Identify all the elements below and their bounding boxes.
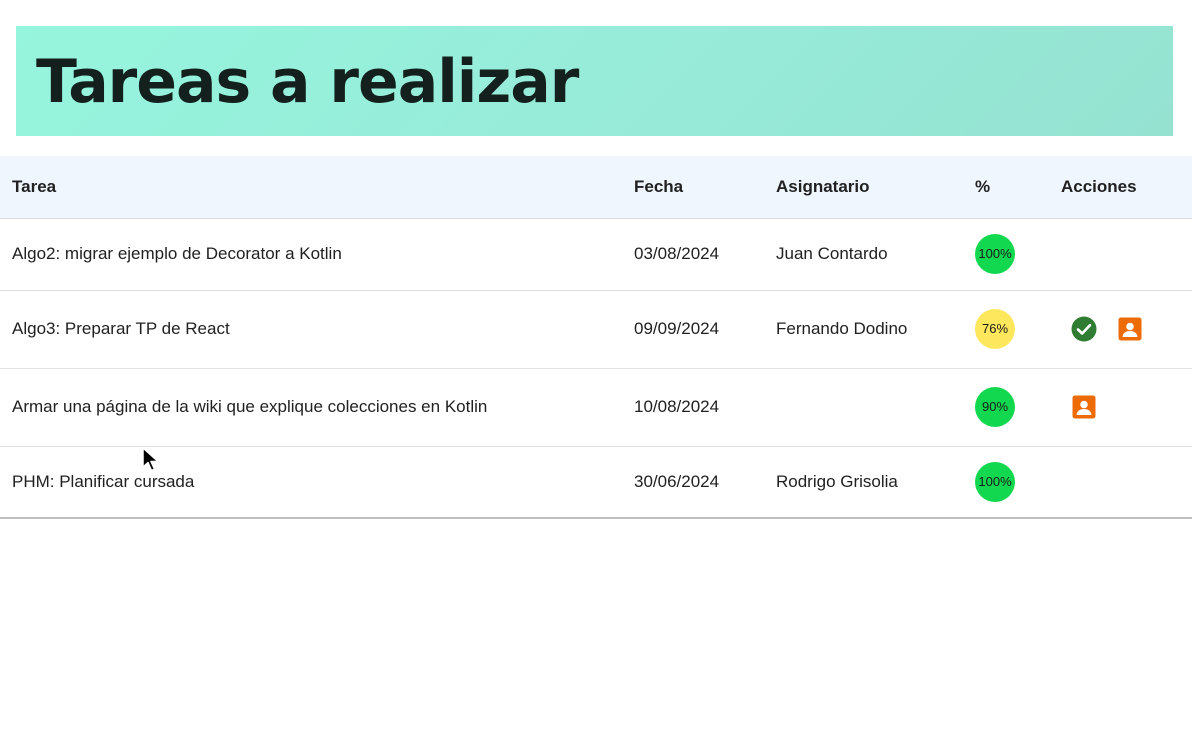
percent-badge: 76% bbox=[975, 309, 1015, 349]
percent-badge: 100% bbox=[975, 234, 1015, 274]
column-header-percent: % bbox=[963, 156, 1049, 219]
mouse-cursor-icon bbox=[142, 447, 159, 472]
tasks-table: Tarea Fecha Asignatario % Acciones Algo2… bbox=[0, 156, 1192, 519]
assign-user-icon bbox=[1118, 317, 1142, 341]
table-header-row: Tarea Fecha Asignatario % Acciones bbox=[0, 156, 1192, 219]
column-header-assignee: Asignatario bbox=[764, 156, 963, 219]
check-icon bbox=[1071, 316, 1097, 342]
table-row[interactable]: PHM: Planificar cursada 30/06/2024 Rodri… bbox=[0, 446, 1192, 519]
row-actions bbox=[1061, 394, 1192, 420]
column-header-actions: Acciones bbox=[1049, 156, 1192, 219]
task-description: PHM: Planificar cursada bbox=[0, 446, 622, 519]
task-assignee: Rodrigo Grisolia bbox=[764, 446, 963, 519]
table-row[interactable]: Armar una página de la wiki que explique… bbox=[0, 368, 1192, 447]
column-header-date: Fecha bbox=[622, 156, 764, 219]
row-actions bbox=[1061, 316, 1192, 342]
table-row[interactable]: Algo2: migrar ejemplo de Decorator a Kot… bbox=[0, 218, 1192, 291]
percent-badge: 100% bbox=[975, 461, 1015, 502]
task-assignee bbox=[764, 368, 963, 447]
task-description: Algo2: migrar ejemplo de Decorator a Kot… bbox=[0, 218, 622, 291]
task-assignee: Juan Contardo bbox=[764, 218, 963, 291]
task-date: 09/09/2024 bbox=[622, 290, 764, 369]
page-title: Tareas a realizar bbox=[36, 47, 579, 117]
task-date: 03/08/2024 bbox=[622, 218, 764, 291]
complete-task-button[interactable] bbox=[1071, 316, 1097, 342]
assign-user-icon bbox=[1072, 395, 1096, 419]
assign-task-button[interactable] bbox=[1071, 394, 1097, 420]
task-assignee: Fernando Dodino bbox=[764, 290, 963, 369]
page-header: Tareas a realizar bbox=[16, 26, 1173, 136]
column-header-task: Tarea bbox=[0, 156, 622, 219]
task-date: 30/06/2024 bbox=[622, 446, 764, 519]
percent-badge: 90% bbox=[975, 387, 1015, 427]
task-description: Algo3: Preparar TP de React bbox=[0, 290, 622, 369]
assign-task-button[interactable] bbox=[1117, 316, 1143, 342]
table-row[interactable]: Algo3: Preparar TP de React 09/09/2024 F… bbox=[0, 290, 1192, 369]
task-date: 10/08/2024 bbox=[622, 368, 764, 447]
task-description: Armar una página de la wiki que explique… bbox=[0, 368, 622, 447]
